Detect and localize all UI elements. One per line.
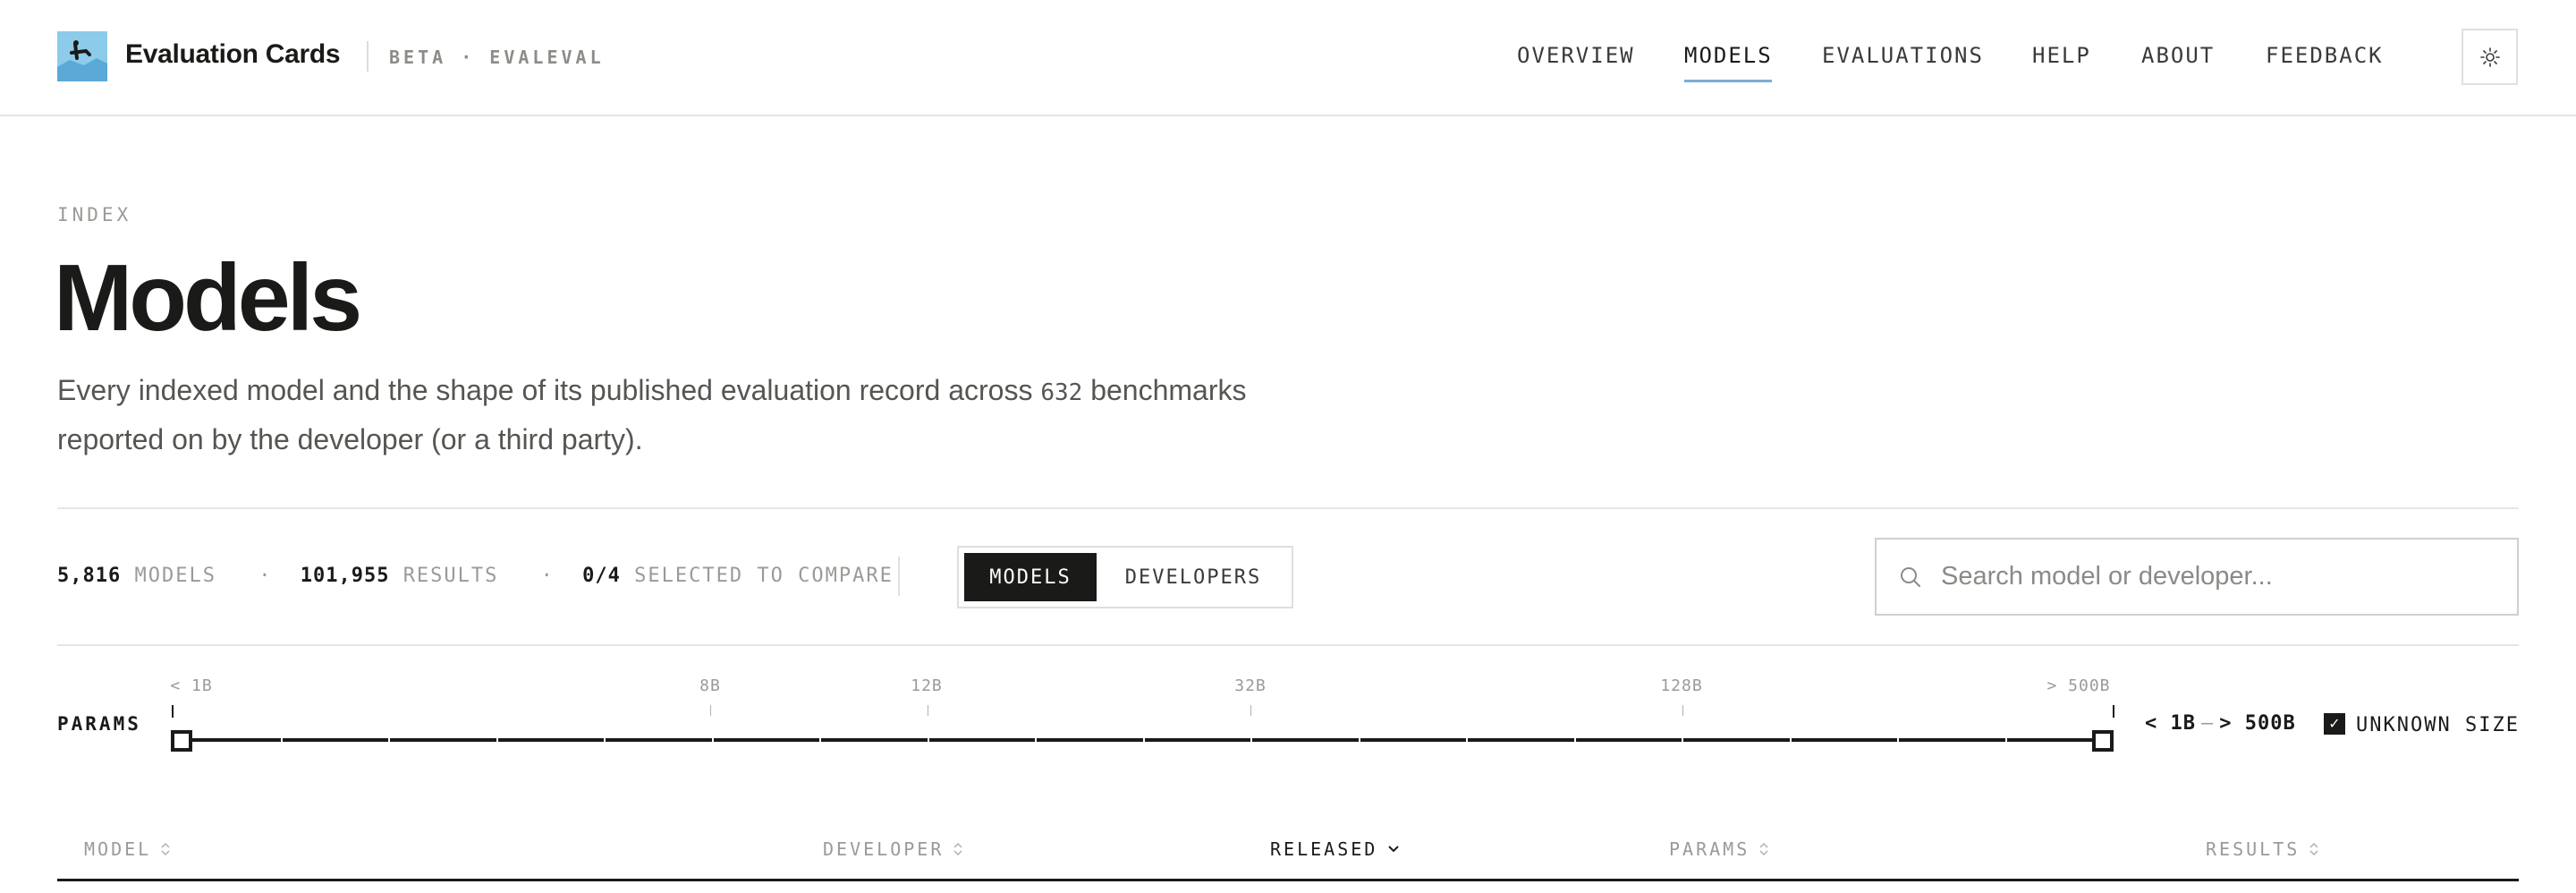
view-developers-button[interactable]: DEVELOPERS [1100, 553, 1286, 601]
benchmark-count: 632 [1040, 379, 1083, 406]
column-label: MODEL [84, 838, 152, 860]
stats-divider [898, 557, 900, 596]
tick-label: 32B [1234, 676, 1267, 695]
stats-separator: · [540, 565, 555, 587]
column-header-released[interactable]: RELEASED [1270, 838, 1401, 860]
tick-mark [1250, 705, 1251, 716]
nav-feedback[interactable]: FEEDBACK [2266, 43, 2384, 68]
checkmark-icon: ✓ [2328, 717, 2341, 732]
range-max: > 500B [2219, 712, 2296, 735]
track-notch [2004, 736, 2007, 744]
results-count: 101,955 [300, 565, 390, 587]
divider [57, 507, 2519, 509]
track-notch [604, 736, 606, 744]
params-range-readout: < 1B – > 500B [2145, 712, 2296, 735]
track-notch [927, 736, 929, 744]
range-separator: – [2200, 712, 2215, 735]
tick-mark [1682, 705, 1683, 716]
unknown-size-checkbox[interactable]: ✓ [2324, 713, 2345, 735]
column-header-developer[interactable]: DEVELOPER [823, 838, 963, 860]
track-notch [1358, 736, 1360, 744]
column-label: PARAMS [1669, 838, 1750, 860]
column-label: DEVELOPER [823, 838, 945, 860]
slider-start-mark [172, 705, 174, 718]
sort-icon [2309, 842, 2318, 856]
track-notch [1897, 736, 1899, 744]
tick-label: 8B [699, 676, 721, 695]
view-toggle: MODELS DEVELOPERS [957, 546, 1293, 608]
stats-summary: 5,816 MODELS · 101,955 RESULTS · 0/4 SEL… [57, 565, 894, 587]
column-header-model[interactable]: MODEL [84, 838, 171, 860]
beta-badge: BETA · EVALEVAL [389, 47, 605, 68]
tick-label: 12B [911, 676, 943, 695]
chevron-down-icon [1388, 846, 1400, 853]
track-notch [711, 736, 714, 744]
column-label: RELEASED [1270, 838, 1378, 860]
top-header: Evaluation Cards BETA · EVALEVAL OVERVIE… [0, 0, 2576, 116]
column-label: RESULTS [2206, 838, 2301, 860]
track-notch [1035, 736, 1037, 744]
slider-end-mark [2113, 705, 2114, 718]
track-notch [1789, 736, 1792, 744]
slider-max-handle[interactable] [2092, 730, 2114, 752]
nav-overview[interactable]: OVERVIEW [1517, 43, 1635, 68]
track-notch [1250, 736, 1252, 744]
column-header-params[interactable]: PARAMS [1669, 838, 1769, 860]
search-box [1875, 538, 2519, 616]
track-notch [1142, 736, 1145, 744]
sort-icon [161, 842, 170, 856]
tick-label: > 500B [2046, 676, 2111, 695]
brand-divider [367, 41, 369, 72]
brand-name[interactable]: Evaluation Cards [125, 39, 341, 70]
view-models-button[interactable]: MODELS [964, 553, 1097, 601]
tick-mark [710, 705, 711, 716]
tick-label: 128B [1660, 676, 1703, 695]
page-description: Every indexed model and the shape of its… [57, 367, 1345, 463]
sun-icon [2479, 47, 2500, 67]
track-notch [496, 736, 498, 744]
track-notch [388, 736, 390, 744]
track-notch [1573, 736, 1576, 744]
tick-label: < 1B [170, 676, 213, 695]
track-notch [280, 736, 283, 744]
column-header-results[interactable]: RESULTS [2206, 838, 2319, 860]
models-label: MODELS [134, 565, 216, 587]
desc-prefix: Every indexed model and the shape of its… [57, 374, 1033, 406]
page-title: Models [54, 245, 362, 351]
results-label: RESULTS [402, 565, 499, 587]
track-notch [1466, 736, 1468, 744]
track-notch [819, 736, 821, 744]
table-header-rule [57, 879, 2519, 881]
compare-count: 0/4 [582, 565, 621, 587]
nav-evaluations[interactable]: EVALUATIONS [1822, 43, 1984, 68]
sort-icon [1759, 842, 1768, 856]
unknown-size-label[interactable]: UNKNOWN SIZE [2356, 714, 2520, 736]
nav-help[interactable]: HELP [2032, 43, 2091, 68]
slider-min-handle[interactable] [171, 730, 192, 752]
stats-separator: · [258, 565, 273, 587]
compare-label: SELECTED TO COMPARE [634, 565, 894, 587]
search-icon [1901, 567, 1920, 587]
models-count: 5,816 [57, 565, 122, 587]
range-min: < 1B [2145, 712, 2196, 735]
theme-toggle-button[interactable] [2462, 29, 2518, 85]
nav-about[interactable]: ABOUT [2141, 43, 2215, 68]
page-eyebrow: INDEX [57, 204, 132, 225]
search-input[interactable] [1941, 554, 2496, 599]
params-filter-label: PARAMS [57, 713, 141, 735]
divider [57, 644, 2519, 646]
nav-models[interactable]: MODELS [1684, 43, 1773, 68]
track-notch [1682, 736, 1683, 744]
logo-icon[interactable] [57, 31, 107, 81]
sort-icon [953, 842, 962, 856]
nav-active-indicator [1684, 80, 1772, 82]
